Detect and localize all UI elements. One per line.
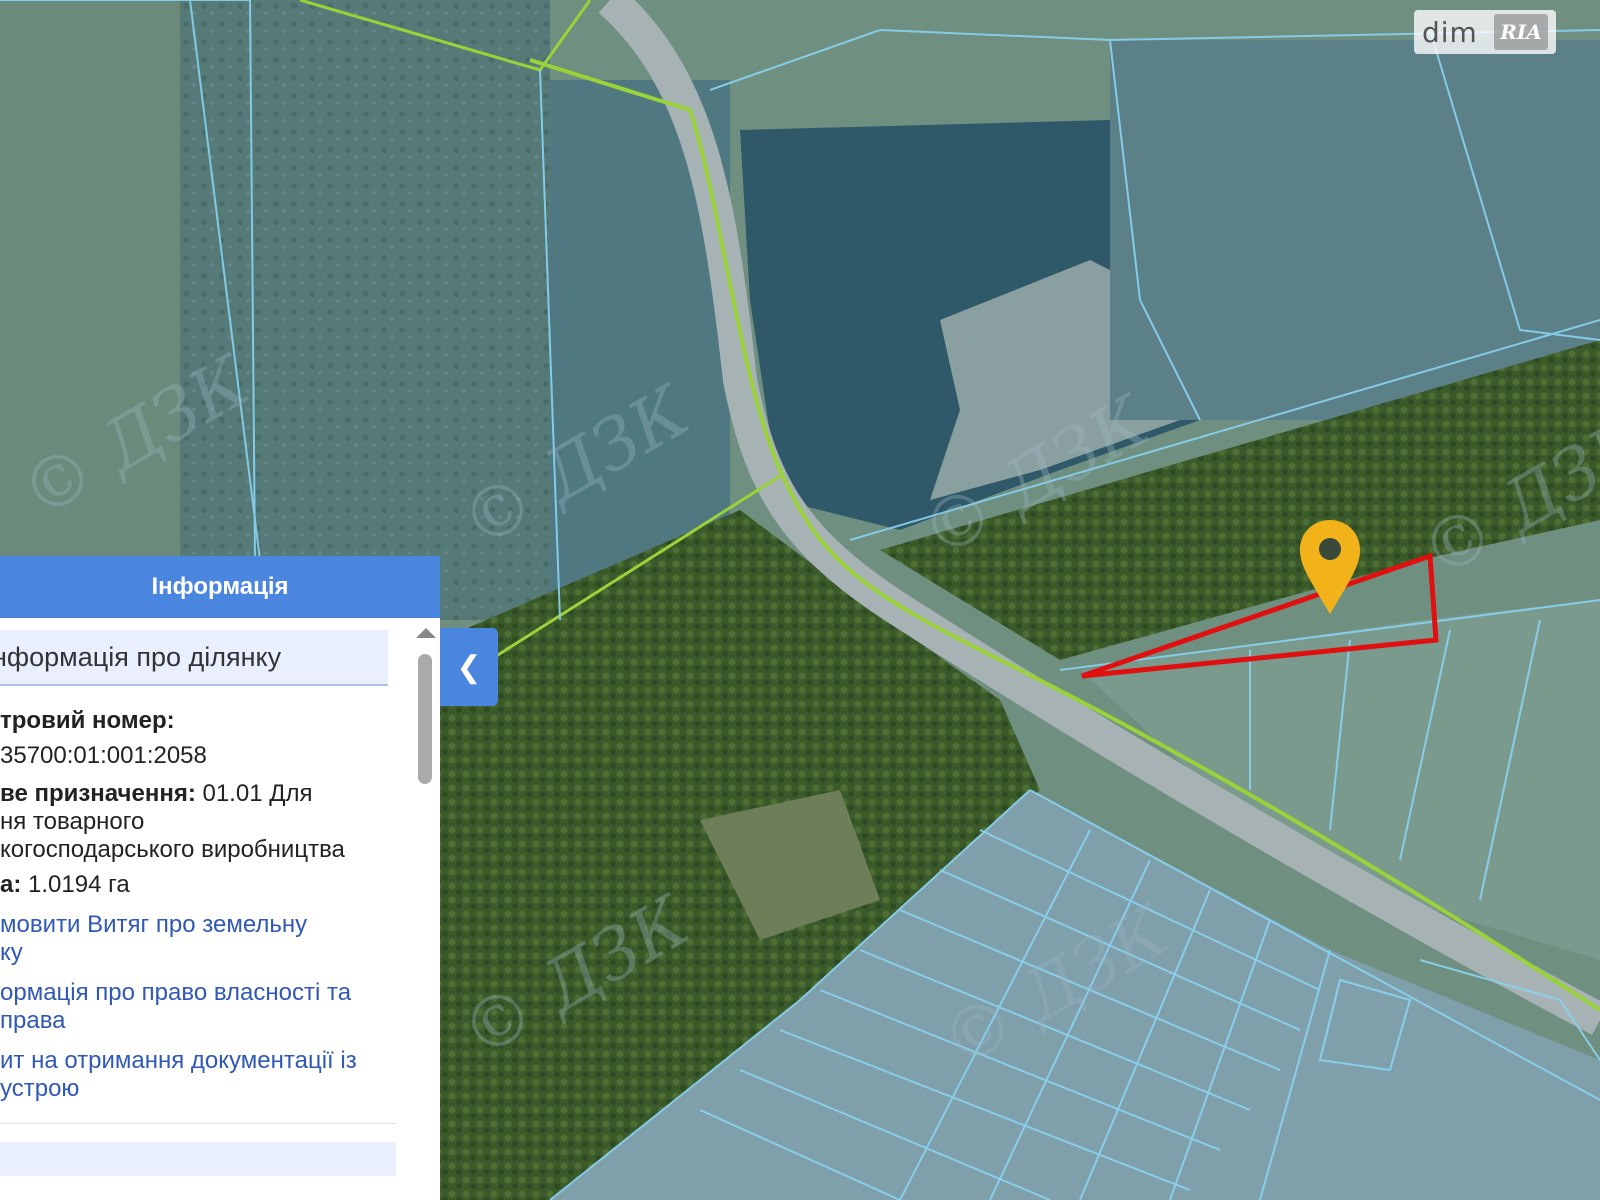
scroll-thumb[interactable] [418, 654, 432, 784]
purpose-value-2: ня товарного [0, 808, 145, 835]
info-panel: Інформація нформація про ділянку тровий … [0, 556, 440, 1200]
area-field: а: 1.0194 га [0, 870, 400, 899]
purpose-field: ве призначення: 01.01 Для ня товарного к… [0, 780, 400, 864]
links-list: мовити Витяг про земельну ку ормація про… [0, 911, 400, 1103]
scrollbar[interactable] [414, 628, 436, 1188]
divider [0, 1123, 396, 1124]
documentation-request-link[interactable]: ит на отримання документації із устрою [0, 1047, 400, 1103]
panel-body: нформація про ділянку тровий номер: 3570… [0, 618, 440, 1200]
next-section-title[interactable] [0, 1142, 396, 1176]
chevron-left-icon: ❮ [456, 650, 482, 684]
cadastral-label: тровий номер: [0, 707, 175, 734]
dim-ria-watermark: dim RIA [1414, 10, 1556, 54]
collapse-panel-button[interactable]: ❮ [440, 628, 498, 706]
cadastral-number: 35700:01:001:2058 [0, 742, 207, 769]
ria-logo-icon: RIA [1494, 14, 1548, 50]
area-label: а: [0, 871, 22, 898]
section-title[interactable]: нформація про ділянку [0, 630, 388, 686]
panel-title: Інформація [0, 556, 440, 618]
extract-request-link[interactable]: мовити Витяг про земельну ку [0, 911, 400, 967]
scroll-up-icon[interactable] [416, 628, 436, 638]
ownership-info-link[interactable]: ормація про право власності та права [0, 979, 400, 1035]
purpose-value-3: когосподарського виробництва [0, 836, 345, 863]
purpose-value-1: 01.01 Для [202, 780, 313, 807]
area-value: 1.0194 га [28, 871, 130, 898]
purpose-label: ве призначення: [0, 780, 196, 807]
watermark-brand: dim [1422, 15, 1478, 49]
